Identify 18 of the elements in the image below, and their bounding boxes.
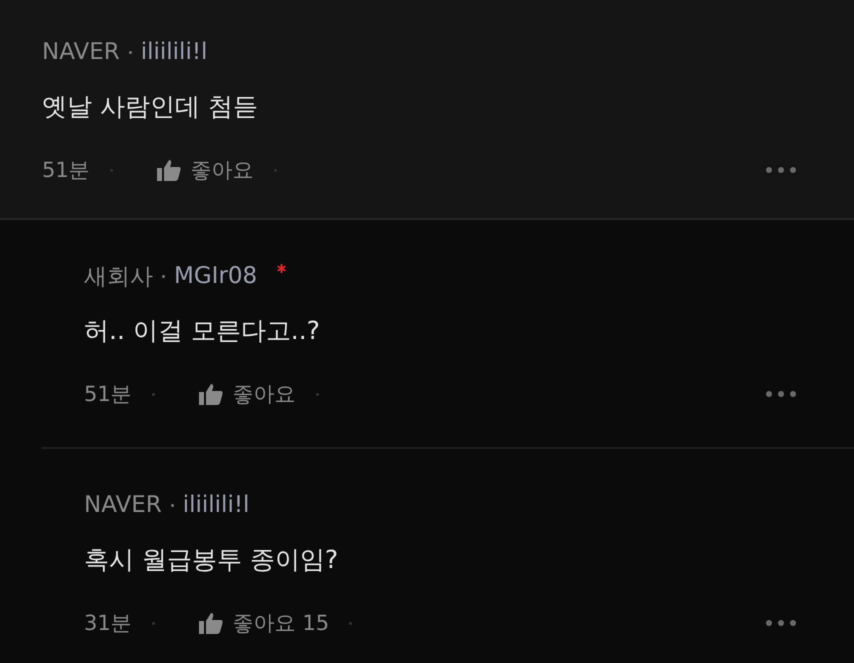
comment-source: NAVER: [42, 39, 120, 65]
comment-time: 51분: [42, 157, 90, 184]
comment-time: 51분: [84, 381, 132, 408]
thumbs-up-icon: [198, 612, 223, 634]
comment-text: 허.. 이걸 모른다고..?: [84, 315, 321, 347]
like-button[interactable]: 좋아요: [156, 156, 254, 184]
comment-time: 31분: [84, 610, 132, 637]
comment-text: 옛날 사람인데 첨듣: [42, 91, 259, 123]
thumbs-up-icon: [156, 159, 181, 181]
comment-author[interactable]: iliilili!l: [140, 39, 208, 65]
comment-author[interactable]: MGIr08: [174, 263, 258, 289]
comment-source: NAVER: [84, 492, 162, 518]
like-button[interactable]: 좋아요 15: [198, 609, 330, 637]
comment-source: 새회사: [84, 262, 153, 292]
thumbs-up-icon: [198, 383, 223, 405]
comment-text: 혹시 월급봉투 종이임?: [84, 544, 340, 576]
comment-author[interactable]: iliilili!l: [182, 492, 250, 518]
like-button[interactable]: 좋아요: [198, 380, 296, 408]
